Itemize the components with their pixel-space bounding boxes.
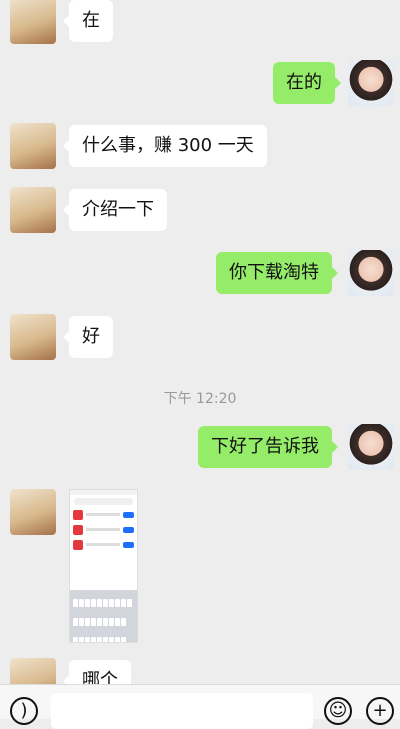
message-input[interactable] (51, 693, 313, 729)
message-bubble[interactable]: 好 (63, 316, 113, 358)
my-avatar[interactable] (348, 424, 394, 470)
screenshot-app-row (73, 524, 134, 535)
message-bubble[interactable]: 介绍一下 (63, 189, 167, 231)
screenshot-app-row (73, 509, 134, 520)
my-avatar[interactable] (348, 60, 394, 106)
voice-icon[interactable]: ) (10, 697, 38, 725)
chat-input-bar: ) ☺ + (0, 684, 400, 729)
message-bubble[interactable]: 下好了告诉我 (198, 426, 338, 468)
emoji-icon[interactable]: ☺ (324, 697, 352, 725)
contact-avatar[interactable] (10, 0, 56, 44)
my-avatar[interactable] (348, 250, 394, 296)
message-bubble[interactable]: 在的 (273, 62, 341, 104)
message-bubble[interactable]: 你下载淘特 (216, 252, 338, 294)
contact-avatar[interactable] (10, 187, 56, 233)
screenshot-search-bar (74, 498, 133, 505)
message-bubble[interactable]: 在 (63, 0, 113, 42)
contact-avatar[interactable] (10, 314, 56, 360)
screenshot-keyboard (70, 590, 137, 642)
plus-icon[interactable]: + (366, 697, 394, 725)
contact-avatar[interactable] (10, 489, 56, 535)
image-message[interactable] (69, 489, 138, 643)
screenshot-app-row (73, 539, 134, 550)
contact-avatar[interactable] (10, 123, 56, 169)
screenshot-status-bar (70, 490, 137, 495)
message-bubble[interactable]: 什么事，赚 300 一天 (63, 125, 267, 167)
timestamp: 下午 12:20 (163, 391, 237, 407)
